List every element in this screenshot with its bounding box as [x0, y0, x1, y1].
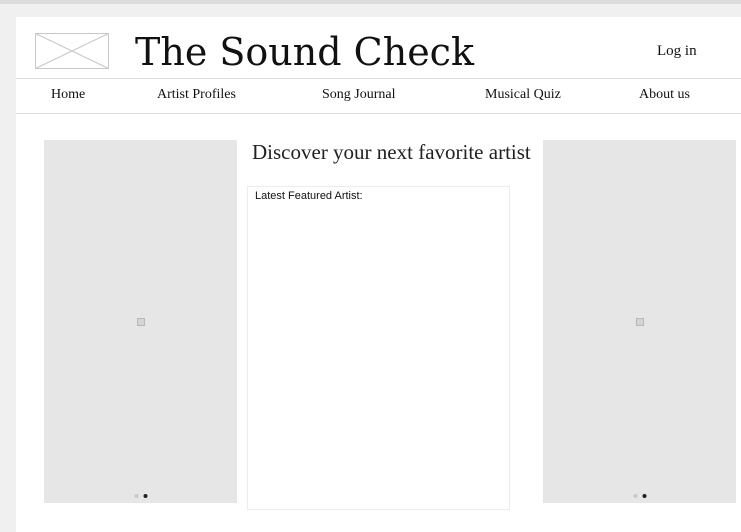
carousel-dots	[633, 494, 646, 498]
carousel-dots	[134, 494, 147, 498]
carousel-dot[interactable]	[134, 494, 138, 498]
carousel-dot-active[interactable]	[143, 494, 147, 498]
logo-placeholder-icon	[35, 33, 109, 69]
nav-item-musical-quiz[interactable]: Musical Quiz	[485, 87, 561, 103]
featured-artist-label: Latest Featured Artist:	[255, 190, 363, 202]
carousel-dot-active[interactable]	[642, 494, 646, 498]
image-placeholder-icon	[635, 317, 644, 326]
nav-item-song-journal[interactable]: Song Journal	[322, 87, 396, 103]
login-link[interactable]: Log in	[657, 43, 697, 60]
page-container: The Sound Check Log in Home Artist Profi…	[16, 17, 741, 532]
top-border	[0, 0, 741, 4]
nav-item-artist-profiles[interactable]: Artist Profiles	[157, 87, 236, 103]
image-placeholder-icon	[136, 317, 145, 326]
carousel-dot[interactable]	[633, 494, 637, 498]
site-title: The Sound Check	[135, 30, 474, 74]
nav-item-about-us[interactable]: About us	[639, 87, 690, 103]
main-navigation: Home Artist Profiles Song Journal Musica…	[16, 78, 741, 114]
page-headline: Discover your next favorite artist	[252, 140, 531, 164]
right-image-carousel[interactable]	[543, 140, 736, 503]
left-image-carousel[interactable]	[44, 140, 237, 503]
featured-artist-panel: Latest Featured Artist:	[247, 186, 510, 510]
nav-item-home[interactable]: Home	[51, 87, 85, 103]
